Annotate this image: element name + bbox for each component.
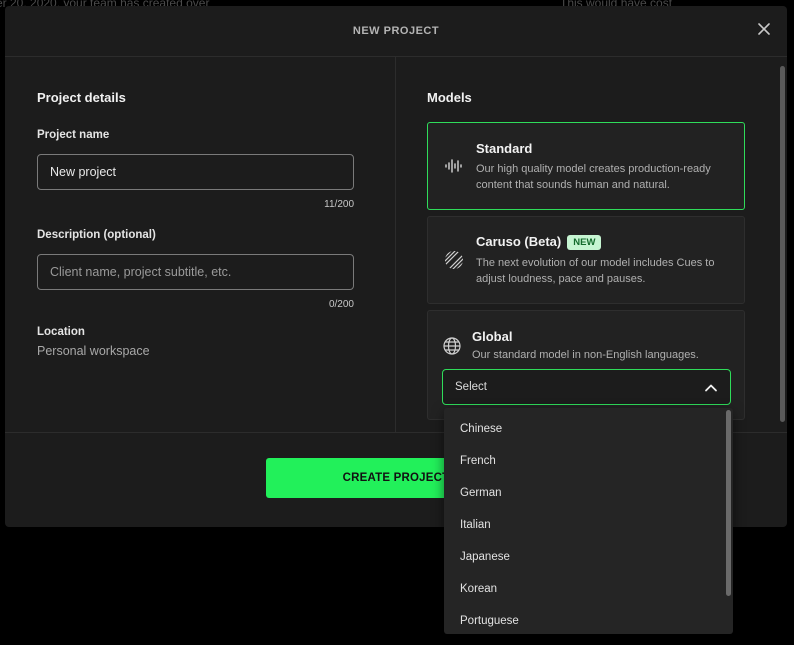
globe-icon	[443, 337, 461, 355]
project-details-heading: Project details	[37, 90, 126, 105]
model-card-standard[interactable]: Standard Our high quality model creates …	[427, 122, 745, 210]
language-option-chinese[interactable]: Chinese	[444, 413, 724, 445]
column-divider	[395, 57, 396, 432]
model-name-caruso: Caruso (Beta) NEW	[476, 234, 602, 250]
language-select[interactable]: Select	[442, 369, 731, 405]
model-card-caruso[interactable]: Caruso (Beta) NEW The next evolution of o…	[427, 216, 745, 304]
language-option-korean[interactable]: Korean	[444, 573, 724, 605]
model-name-standard: Standard	[476, 141, 533, 156]
new-badge: NEW	[567, 235, 602, 250]
description-counter: 0/200	[328, 299, 354, 310]
waveform-icon	[445, 159, 462, 173]
modal-body: Project details Project name 11/200 Desc…	[5, 57, 787, 433]
models-heading: Models	[427, 90, 472, 105]
language-option-portuguese[interactable]: Portuguese	[444, 605, 724, 634]
chevron-up-icon	[705, 384, 717, 392]
language-option-french[interactable]: French	[444, 445, 724, 477]
model-desc-global: Our standard model in non-English langua…	[472, 349, 699, 361]
language-option-german[interactable]: German	[444, 477, 724, 509]
models-section: Models Standard Our high quality model c…	[427, 57, 747, 432]
close-icon[interactable]	[757, 22, 771, 36]
description-label: Description (optional)	[37, 229, 156, 241]
model-desc-caruso: The next evolution of our model includes…	[476, 257, 715, 285]
description-input[interactable]	[37, 254, 354, 290]
language-dropdown: Chinese French German Italian Japanese K…	[444, 408, 733, 634]
project-details-section: Project details Project name 11/200 Desc…	[37, 57, 354, 432]
language-option-italian[interactable]: Italian	[444, 509, 724, 541]
project-name-label: Project name	[37, 129, 110, 141]
striped-circle-icon	[445, 251, 463, 269]
modal-scrollbar[interactable]	[780, 66, 785, 422]
dropdown-scrollbar[interactable]	[726, 410, 731, 596]
model-card-global[interactable]: Global Our standard model in non-English…	[427, 310, 745, 420]
language-select-value: Select	[455, 381, 487, 393]
project-name-counter: 11/200	[324, 199, 354, 210]
model-name-caruso-text: Caruso (Beta)	[476, 234, 562, 249]
project-name-input[interactable]	[37, 154, 354, 190]
model-desc-standard: Our high quality model creates productio…	[476, 163, 711, 191]
location-value: Personal workspace	[37, 344, 150, 358]
modal-title: NEW PROJECT	[352, 25, 440, 37]
model-name-global: Global	[472, 329, 513, 344]
language-option-japanese[interactable]: Japanese	[444, 541, 724, 573]
modal-header: NEW PROJECT	[5, 6, 787, 57]
location-label: Location	[37, 326, 85, 338]
